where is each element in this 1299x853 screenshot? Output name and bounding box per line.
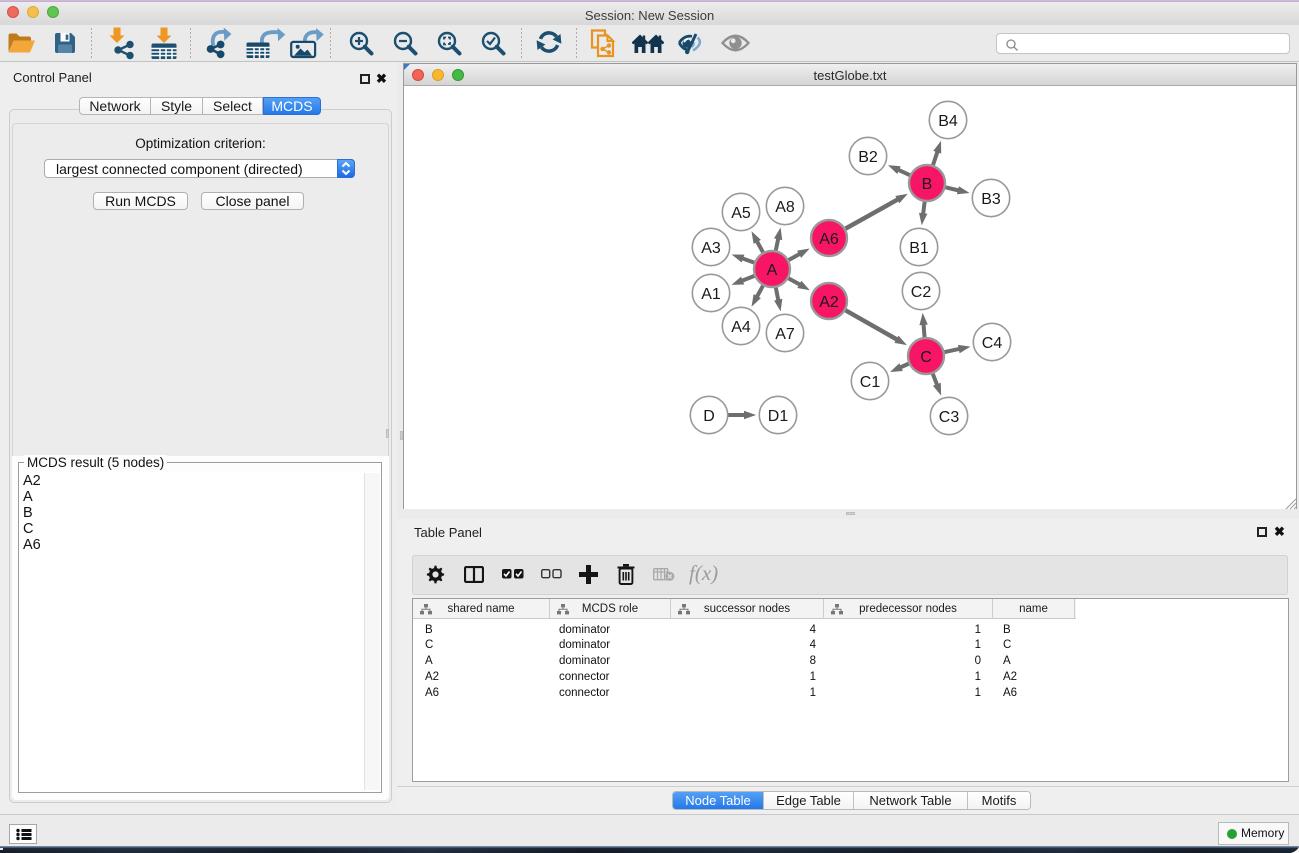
svg-text:B2: B2 (858, 149, 878, 166)
svg-text:C2: C2 (911, 284, 932, 301)
svg-text:A2: A2 (819, 294, 839, 311)
svg-text:C4: C4 (982, 335, 1003, 352)
svg-text:D1: D1 (768, 408, 789, 425)
svg-text:A6: A6 (819, 231, 839, 248)
svg-text:C1: C1 (860, 374, 881, 391)
svg-text:D: D (703, 408, 715, 425)
svg-text:A1: A1 (701, 286, 721, 303)
svg-text:A3: A3 (701, 240, 721, 257)
svg-text:B4: B4 (938, 113, 958, 130)
svg-text:A: A (767, 262, 778, 279)
svg-text:B: B (922, 176, 933, 193)
svg-text:A4: A4 (731, 319, 751, 336)
svg-text:B3: B3 (981, 191, 1001, 208)
svg-text:A7: A7 (775, 326, 795, 343)
svg-text:A5: A5 (731, 205, 751, 222)
svg-text:A8: A8 (775, 199, 795, 216)
svg-text:C: C (920, 349, 932, 366)
svg-text:B1: B1 (909, 240, 929, 257)
svg-text:C3: C3 (939, 409, 960, 426)
